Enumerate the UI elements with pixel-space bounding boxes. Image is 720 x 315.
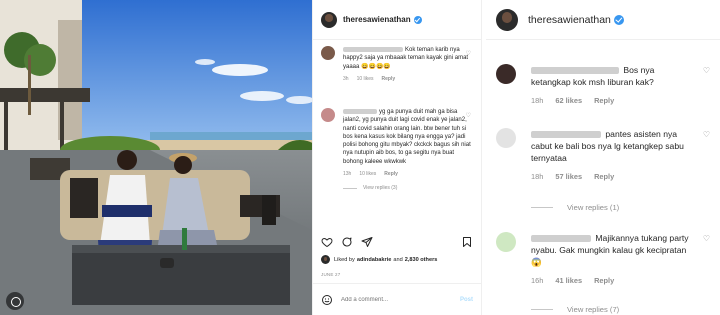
comment-meta: 3h 10 likes Reply xyxy=(343,76,471,82)
post-comment-button[interactable]: Post xyxy=(460,297,473,303)
user-tag-icon[interactable] xyxy=(6,292,24,310)
reply-button[interactable]: Reply xyxy=(594,276,614,285)
post-date: JUNE 27 xyxy=(321,272,341,277)
comment-time: 3h xyxy=(343,75,349,82)
comment-item: Majikannya tukang party nyabu. Gak mungk… xyxy=(496,232,714,285)
avatar[interactable] xyxy=(496,128,516,148)
add-comment-input[interactable] xyxy=(341,296,460,303)
beach-photo-illustration xyxy=(0,0,312,315)
bookmark-icon[interactable] xyxy=(461,236,473,248)
heart-icon[interactable] xyxy=(321,236,333,248)
liked-by-user[interactable]: adindabakrie xyxy=(357,257,392,263)
reply-button[interactable]: Reply xyxy=(594,96,614,105)
liked-by-prefix: Liked by xyxy=(334,256,355,263)
hidden-username xyxy=(531,67,619,75)
emoji-icon[interactable] xyxy=(321,294,333,306)
divider xyxy=(531,207,553,208)
share-icon[interactable] xyxy=(361,236,373,248)
post-photo xyxy=(0,0,312,315)
comment-likes[interactable]: 41 likes xyxy=(555,276,582,285)
comment-text-block: Kok teman karib nya happy2 saja ya mbaaa… xyxy=(343,46,471,71)
comment-meta: 13h 10 likes Reply xyxy=(343,171,471,177)
comment-likes[interactable]: 62 likes xyxy=(555,96,582,105)
reply-button[interactable]: Reply xyxy=(594,172,614,181)
comment-time: 13h xyxy=(343,171,352,178)
comment-item: Kok teman karib nya happy2 saja ya mbaaa… xyxy=(321,46,471,82)
comment-likes[interactable]: 10 likes xyxy=(357,76,374,82)
verified-badge-icon xyxy=(413,15,422,24)
view-replies-label: View replies (1) xyxy=(567,203,620,212)
comment-text-block: Bos nya ketangkap kok msh liburan kak? xyxy=(531,64,694,88)
avatar[interactable] xyxy=(321,11,337,28)
view-replies-label: View replies (3) xyxy=(363,185,398,192)
avatar[interactable] xyxy=(321,108,335,122)
add-comment-bar: Post xyxy=(313,283,481,315)
comment-text: yg ga punya duit mah ga bisa jalan2, yg … xyxy=(343,109,471,165)
liked-by: Liked by adindabakrie and 2,830 others xyxy=(321,255,439,264)
hidden-username xyxy=(343,46,403,52)
view-replies-button[interactable]: View replies (1) xyxy=(531,203,619,212)
comment-item: yg ga punya duit mah ga bisa jalan2, yg … xyxy=(321,108,471,191)
avatar[interactable] xyxy=(496,8,518,31)
liked-by-others[interactable]: 2,830 others xyxy=(405,257,438,263)
reply-button[interactable]: Reply xyxy=(384,171,398,177)
hidden-username xyxy=(531,235,591,243)
verified-badge-icon xyxy=(613,14,624,25)
post-actions xyxy=(321,236,373,248)
comment-likes[interactable]: 57 likes xyxy=(555,172,582,181)
comment-likes[interactable]: 10 likes xyxy=(359,171,376,177)
panel-header: theresawienathan xyxy=(486,0,720,40)
avatar[interactable] xyxy=(496,232,516,252)
hidden-username xyxy=(343,108,377,114)
comment-meta: 18h 62 likes Reply xyxy=(531,96,714,105)
reply-button[interactable]: Reply xyxy=(382,76,396,82)
comment-item: pantes asisten nya cabut ke bali bos nya… xyxy=(496,128,714,181)
like-comment-heart-icon[interactable]: ♡ xyxy=(703,66,710,75)
post-header: theresawienathan xyxy=(313,0,481,40)
divider xyxy=(343,187,357,189)
comment-time: 18h xyxy=(531,96,544,105)
post-comments-panel: theresawienathan Kok teman karib nya hap… xyxy=(312,0,482,315)
comments-panel: theresawienathan Bos nya ketangkap kok m… xyxy=(486,0,720,315)
divider xyxy=(531,309,553,310)
comment-meta: 18h 57 likes Reply xyxy=(531,172,714,181)
comment-text-block: Majikannya tukang party nyabu. Gak mungk… xyxy=(531,232,694,268)
comment-meta: 16h 41 likes Reply xyxy=(531,276,714,285)
like-comment-heart-icon[interactable]: ♡ xyxy=(703,130,710,139)
comment-icon[interactable] xyxy=(341,236,353,248)
like-comment-heart-icon[interactable]: ♡ xyxy=(466,50,471,57)
comment-time: 16h xyxy=(531,276,544,285)
post-username[interactable]: theresawienathan xyxy=(343,15,411,24)
liked-by-and: and xyxy=(393,256,403,263)
comment-time: 18h xyxy=(531,172,544,181)
avatar[interactable] xyxy=(496,64,516,84)
view-replies-button[interactable]: View replies (3) xyxy=(343,185,471,191)
comment-item: Bos nya ketangkap kok msh liburan kak? 1… xyxy=(496,64,714,105)
avatar[interactable] xyxy=(321,46,335,60)
view-replies-label: View replies (7) xyxy=(567,305,620,314)
hidden-username xyxy=(531,131,601,139)
comment-text-block: pantes asisten nya cabut ke bali bos nya… xyxy=(531,128,694,164)
like-comment-heart-icon[interactable]: ♡ xyxy=(703,234,710,243)
panel-username[interactable]: theresawienathan xyxy=(528,14,611,26)
comment-text-block: yg ga punya duit mah ga bisa jalan2, yg … xyxy=(343,108,471,166)
like-comment-heart-icon[interactable]: ♡ xyxy=(466,112,471,119)
view-replies-button[interactable]: View replies (7) xyxy=(531,305,619,314)
avatar[interactable] xyxy=(321,255,330,264)
